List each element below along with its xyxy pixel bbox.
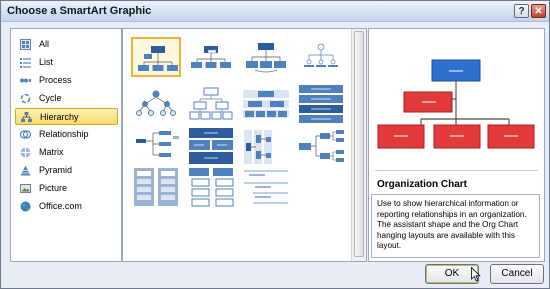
category-relationship[interactable]: Relationship [15, 126, 118, 143]
matrix-icon [20, 147, 31, 158]
help-button[interactable]: ? [514, 4, 529, 18]
dialog-title: Choose a SmartArt Graphic [7, 5, 152, 17]
category-label: List [39, 57, 54, 67]
layout-organization-chart[interactable] [131, 37, 181, 77]
layout-horizontal-hierarchy[interactable] [296, 127, 346, 167]
mouse-cursor-icon [471, 267, 481, 282]
category-label: Pyramid [39, 165, 73, 175]
category-list: All List Process Cycle Hierarchy Relatio… [10, 28, 122, 262]
scrollbar-thumb[interactable] [354, 31, 364, 257]
preview-panel: Organization Chart Use to show hierarchi… [368, 28, 545, 262]
layout-name-and-title-org-chart[interactable] [186, 37, 236, 77]
gallery-scrollbar[interactable] [351, 29, 366, 261]
relationship-icon [19, 129, 32, 140]
hierarchy-icon [21, 112, 32, 123]
globe-icon [20, 201, 31, 212]
category-label: All [39, 39, 50, 49]
list-icon [20, 57, 31, 68]
category-label: Process [39, 75, 72, 85]
org-chart-preview [369, 29, 544, 170]
category-label: Cycle [39, 93, 62, 103]
category-label: Matrix [39, 147, 64, 157]
category-process[interactable]: Process [15, 72, 118, 89]
all-icon [20, 39, 31, 50]
layout-table-hierarchy[interactable] [241, 84, 291, 124]
cancel-button[interactable]: Cancel [490, 264, 544, 284]
layout-gallery [122, 28, 367, 262]
layout-horizontal-labeled-hierarchy[interactable] [241, 127, 291, 167]
smartart-dialog: Choose a SmartArt Graphic ? ✕ All List P… [0, 0, 550, 289]
layout-stacked-list[interactable] [131, 167, 181, 207]
layout-hierarchy-list[interactable] [186, 167, 236, 207]
layout-description: Use to show hierarchical information or … [371, 194, 540, 258]
layout-horizontal-organization-chart[interactable] [131, 127, 181, 167]
category-label: Hierarchy [40, 112, 79, 122]
category-matrix[interactable]: Matrix [15, 144, 118, 161]
category-office-com[interactable]: Office.com [15, 198, 118, 215]
layout-circle-picture-hierarchy[interactable] [296, 37, 346, 77]
layout-hierarchy[interactable] [131, 84, 181, 124]
preview-divider [375, 170, 538, 171]
layout-horizontal-multi-level-hierarchy[interactable] [296, 84, 346, 124]
cycle-icon [20, 93, 31, 104]
category-hierarchy[interactable]: Hierarchy [15, 108, 118, 125]
picture-icon [20, 183, 31, 194]
close-button[interactable]: ✕ [531, 4, 546, 18]
category-label: Relationship [39, 129, 89, 139]
pyramid-icon [20, 165, 31, 176]
category-pyramid[interactable]: Pyramid [15, 162, 118, 179]
process-icon [20, 75, 32, 86]
layout-labeled-hierarchy[interactable] [186, 84, 236, 124]
category-label: Office.com [39, 201, 82, 211]
layout-lined-list[interactable] [241, 167, 291, 207]
layout-half-circle-org-chart[interactable] [241, 37, 291, 77]
category-label: Picture [39, 183, 68, 193]
title-bar[interactable]: Choose a SmartArt Graphic ? ✕ [1, 1, 549, 22]
category-picture[interactable]: Picture [15, 180, 118, 197]
category-cycle[interactable]: Cycle [15, 90, 118, 107]
layout-architecture-layout[interactable] [186, 127, 236, 167]
layout-name: Organization Chart [377, 179, 468, 190]
category-all[interactable]: All [15, 36, 118, 53]
category-list-item[interactable]: List [15, 54, 118, 71]
